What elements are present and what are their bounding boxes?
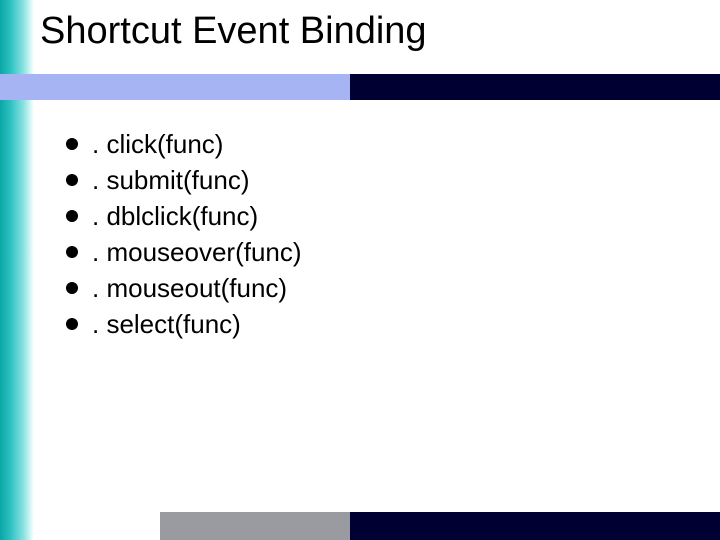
bullet-text: . mouseover(func) (92, 237, 302, 268)
list-item: . click(func) (66, 126, 302, 162)
list-item: . dblclick(func) (66, 198, 302, 234)
slide-title: Shortcut Event Binding (40, 10, 427, 53)
bullet-icon (66, 138, 78, 150)
bullet-icon (66, 282, 78, 294)
bullet-text: . click(func) (92, 129, 223, 160)
list-item: . submit(func) (66, 162, 302, 198)
bullet-text: . submit(func) (92, 165, 250, 196)
bullet-text: . select(func) (92, 309, 241, 340)
list-item: . mouseout(func) (66, 270, 302, 306)
bullet-icon (66, 210, 78, 222)
bullet-text: . dblclick(func) (92, 201, 258, 232)
list-item: . mouseover(func) (66, 234, 302, 270)
title-underline-band (0, 74, 720, 100)
list-item: . select(func) (66, 306, 302, 342)
bullet-list: . click(func) . submit(func) . dblclick(… (66, 126, 302, 342)
band-light-segment (0, 74, 350, 100)
bullet-icon (66, 318, 78, 330)
band-dark-segment (350, 74, 720, 100)
bullet-icon (66, 246, 78, 258)
footer-bar-grey (160, 512, 350, 540)
bullet-icon (66, 174, 78, 186)
bullet-text: . mouseout(func) (92, 273, 287, 304)
footer-bar-dark (350, 512, 720, 540)
